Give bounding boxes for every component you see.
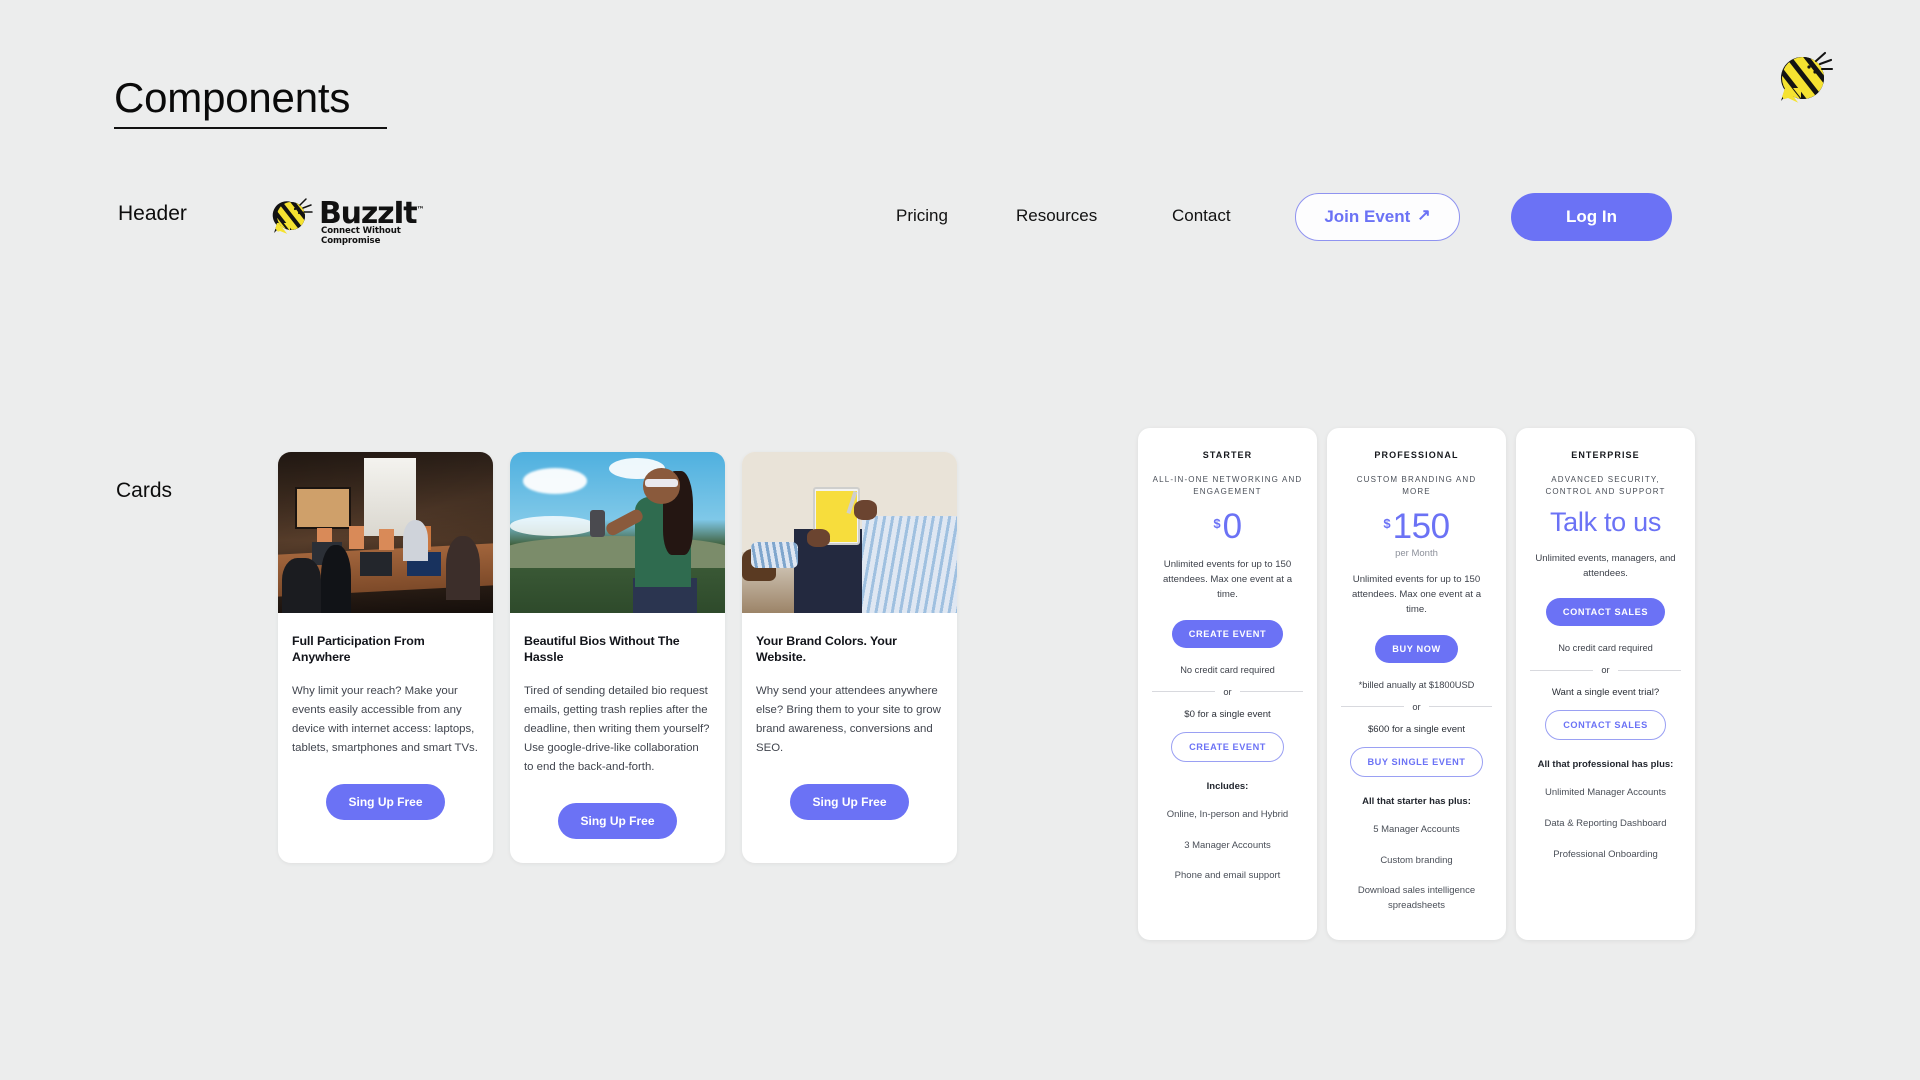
plan-primary-cta[interactable]: CONTACT SALES — [1545, 598, 1666, 627]
plan-headline: Talk to us — [1549, 506, 1662, 537]
feature-card: Full Participation From Anywhere Why lim… — [278, 452, 493, 864]
bee-mascot-icon — [1775, 48, 1837, 110]
currency-symbol: $ — [1383, 515, 1391, 531]
man-reading-tablet-photo — [742, 452, 957, 613]
plan-note: No credit card required — [1558, 643, 1653, 654]
plan-or-divider: or — [1530, 665, 1681, 675]
plan-primary-cta[interactable]: CREATE EVENT — [1171, 619, 1284, 648]
plan-primary-cta[interactable]: BUY NOW — [1375, 634, 1458, 663]
plan-feature: Custom branding — [1380, 854, 1453, 866]
join-event-label: Join Event — [1324, 207, 1411, 226]
arrow-up-right-icon: ↗ — [1417, 207, 1431, 224]
plan-feature: Data & Reporting Dashboard — [1544, 818, 1667, 830]
pricing-card-professional: PROFESSIONAL CUSTOM BRANDING AND MORE $ … — [1327, 428, 1506, 940]
plan-name: STARTER — [1202, 450, 1253, 460]
plan-feature: 5 Manager Accounts — [1373, 823, 1460, 835]
plan-feature: 3 Manager Accounts — [1184, 839, 1271, 851]
plan-includes-label: Includes: — [1206, 780, 1249, 792]
plan-price: $ 0 — [1213, 506, 1242, 546]
sign-up-free-button[interactable]: Sing Up Free — [790, 784, 909, 821]
pricing-card-starter: STARTER ALL-IN-ONE NETWORKING AND ENGAGE… — [1138, 428, 1317, 940]
section-label-cards: Cards — [116, 479, 173, 502]
components-page: Components Header Cards BuzzIt™ Connect … — [0, 0, 1920, 1080]
plan-secondary-cta[interactable]: CREATE EVENT — [1171, 731, 1284, 762]
plan-feature: Unlimited Manager Accounts — [1545, 787, 1666, 799]
feature-card-description: Tired of sending detailed bio request em… — [524, 685, 710, 774]
plan-feature: Online, In-person and Hybrid — [1166, 808, 1289, 820]
sign-up-free-button[interactable]: Sing Up Free — [558, 803, 677, 840]
woman-with-phone-outdoors-photo — [510, 452, 725, 613]
or-label: or — [1412, 701, 1421, 712]
nav-link-contact[interactable]: Contact — [1172, 206, 1231, 226]
currency-symbol: $ — [1213, 515, 1221, 531]
feature-card-title: Beautiful Bios Without The Hassle — [524, 634, 680, 665]
feature-card: Your Brand Colors. Your Website. Why sen… — [742, 452, 957, 864]
plan-includes-label: All that professional has plus: — [1537, 759, 1674, 771]
feature-card-description: Why send your attendees anywhere else? B… — [756, 685, 941, 755]
sign-up-free-button[interactable]: Sing Up Free — [326, 784, 445, 821]
log-in-button[interactable]: Log In — [1511, 193, 1672, 241]
pricing-card-enterprise: ENTERPRISE ADVANCED SECURITY, CONTROL AN… — [1516, 428, 1695, 940]
plan-feature: Phone and email support — [1174, 870, 1281, 882]
feature-card-title: Your Brand Colors. Your Website. — [756, 634, 897, 665]
feature-card-list: Full Participation From Anywhere Why lim… — [278, 452, 957, 864]
plan-secondary-cta[interactable]: CONTACT SALES — [1545, 710, 1666, 741]
plan-period: per Month — [1395, 547, 1438, 559]
conference-room-meeting-photo — [278, 452, 493, 613]
plan-subtitle: ALL-IN-ONE NETWORKING AND ENGAGEMENT — [1152, 475, 1303, 497]
plan-alt-line: $600 for a single event — [1367, 723, 1466, 735]
plan-name: PROFESSIONAL — [1374, 450, 1459, 460]
plan-price: $ 150 — [1383, 506, 1450, 546]
plan-feature: Professional Onboarding — [1553, 848, 1658, 860]
feature-card: Beautiful Bios Without The Hassle Tired … — [510, 452, 725, 864]
or-label: or — [1223, 686, 1232, 697]
plan-subtitle: ADVANCED SECURITY, CONTROL AND SUPPORT — [1545, 475, 1666, 497]
brand-logo[interactable]: BuzzIt™ Connect Without Compromise — [271, 196, 443, 246]
plan-note: *billed anually at $1800USD — [1358, 679, 1475, 690]
plan-or-divider: or — [1341, 702, 1492, 712]
plan-blurb: Unlimited events, managers, and attendee… — [1535, 552, 1676, 580]
brand-tagline: Connect Without Compromise — [321, 226, 401, 246]
plan-alt-line: $0 for a single event — [1184, 708, 1271, 720]
price-amount: 150 — [1392, 506, 1450, 546]
plan-blurb: Unlimited events for up to 150 attendees… — [1162, 558, 1293, 601]
plan-name: ENTERPRISE — [1571, 450, 1640, 460]
bee-mascot-icon — [272, 198, 313, 235]
or-label: or — [1601, 665, 1610, 676]
plan-note: No credit card required — [1180, 664, 1275, 675]
brand-trademark: ™ — [416, 205, 424, 214]
plan-secondary-cta[interactable]: BUY SINGLE EVENT — [1349, 746, 1484, 777]
feature-card-description: Why limit your reach? Make your events e… — [292, 685, 478, 755]
section-label-header: Header — [118, 202, 187, 225]
feature-card-title: Full Participation From Anywhere — [292, 634, 425, 665]
plan-includes-label: All that starter has plus: — [1362, 795, 1471, 807]
nav-link-pricing[interactable]: Pricing — [896, 206, 948, 226]
plan-alt-line: Want a single event trial? — [1551, 687, 1660, 699]
pricing-card-list: STARTER ALL-IN-ONE NETWORKING AND ENGAGE… — [1138, 428, 1695, 940]
nav-link-resources[interactable]: Resources — [1016, 206, 1097, 226]
join-event-button[interactable]: Join Event ↗ — [1295, 193, 1460, 241]
page-title: Components — [114, 74, 351, 121]
price-amount: 0 — [1222, 506, 1242, 546]
page-title-underline — [114, 127, 387, 129]
plan-or-divider: or — [1152, 687, 1303, 697]
plan-blurb: Unlimited events for up to 150 attendees… — [1351, 573, 1482, 616]
plan-subtitle: CUSTOM BRANDING AND MORE — [1356, 475, 1477, 497]
plan-feature: Download sales intelligence spreadsheets — [1357, 885, 1476, 911]
